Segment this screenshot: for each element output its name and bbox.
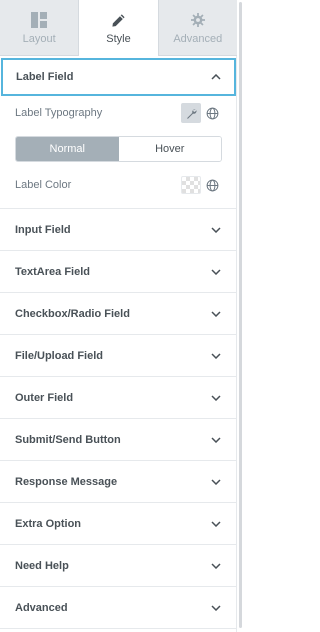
section-title: Response Message: [15, 475, 118, 488]
tab-advanced-label: Advanced: [173, 33, 223, 45]
section-need-help[interactable]: Need Help: [0, 545, 237, 587]
typography-edit-button[interactable]: [181, 103, 201, 123]
wrench-icon: [186, 108, 197, 119]
scrollbar-thumb[interactable]: [239, 2, 242, 628]
state-hover-tab[interactable]: Hover: [118, 137, 221, 161]
chevron-down-icon: [210, 308, 222, 320]
label-color-row: Label Color: [15, 174, 222, 196]
section-advanced[interactable]: Advanced: [0, 587, 237, 629]
section-checkbox-radio-field[interactable]: Checkbox/Radio Field: [0, 293, 237, 335]
section-title: Need Help: [15, 559, 69, 572]
pencil-icon: [109, 11, 127, 29]
section-label-field-title: Label Field: [16, 71, 74, 83]
tab-style[interactable]: Style: [78, 0, 159, 56]
panel-tabs: Layout Style Advanced: [0, 0, 237, 56]
section-textarea-field[interactable]: TextArea Field: [0, 251, 237, 293]
section-submit-send-button[interactable]: Submit/Send Button: [0, 419, 237, 461]
chevron-down-icon: [210, 476, 222, 488]
typography-global-button[interactable]: [202, 103, 222, 123]
state-normal-tab[interactable]: Normal: [16, 137, 119, 161]
label-color-label: Label Color: [15, 179, 72, 191]
chevron-down-icon: [210, 602, 222, 614]
state-toggle: Normal Hover: [15, 136, 222, 162]
section-outer-field[interactable]: Outer Field: [0, 377, 237, 419]
panel-scrollbar[interactable]: [238, 0, 244, 632]
section-title: Submit/Send Button: [15, 433, 121, 446]
label-color-controls: [181, 175, 222, 195]
section-title: Advanced: [15, 601, 68, 614]
section-title: Input Field: [15, 223, 71, 236]
section-title: File/Upload Field: [15, 349, 104, 362]
label-typography-row: Label Typography: [15, 102, 222, 124]
tab-advanced[interactable]: Advanced: [158, 0, 237, 56]
chevron-down-icon: [210, 518, 222, 530]
chevron-down-icon: [210, 392, 222, 404]
section-label-field-header[interactable]: Label Field: [1, 58, 236, 96]
tab-layout[interactable]: Layout: [0, 0, 79, 56]
style-panel: Layout Style Advanced Label Field Label …: [0, 0, 237, 632]
color-global-button[interactable]: [202, 175, 222, 195]
tab-layout-label: Layout: [22, 33, 56, 45]
label-typography-controls: [181, 103, 222, 123]
gear-icon: [189, 11, 207, 29]
section-response-message[interactable]: Response Message: [0, 461, 237, 503]
section-title: Outer Field: [15, 391, 74, 404]
section-title: TextArea Field: [15, 265, 90, 278]
section-title: Checkbox/Radio Field: [15, 307, 130, 320]
chevron-down-icon: [210, 434, 222, 446]
chevron-down-icon: [210, 560, 222, 572]
globe-icon: [206, 107, 218, 119]
section-file-upload-field[interactable]: File/Upload Field: [0, 335, 237, 377]
section-extra-option[interactable]: Extra Option: [0, 503, 237, 545]
section-title: Extra Option: [15, 517, 82, 530]
chevron-down-icon: [210, 224, 222, 236]
chevron-down-icon: [210, 266, 222, 278]
chevron-down-icon: [210, 350, 222, 362]
layout-icon: [30, 11, 48, 29]
label-typography-label: Label Typography: [15, 107, 103, 119]
tab-style-label: Style: [106, 33, 131, 45]
section-input-field[interactable]: Input Field: [0, 209, 237, 251]
color-picker-swatch[interactable]: [181, 176, 201, 194]
chevron-up-icon: [211, 71, 221, 83]
globe-icon: [206, 179, 218, 191]
